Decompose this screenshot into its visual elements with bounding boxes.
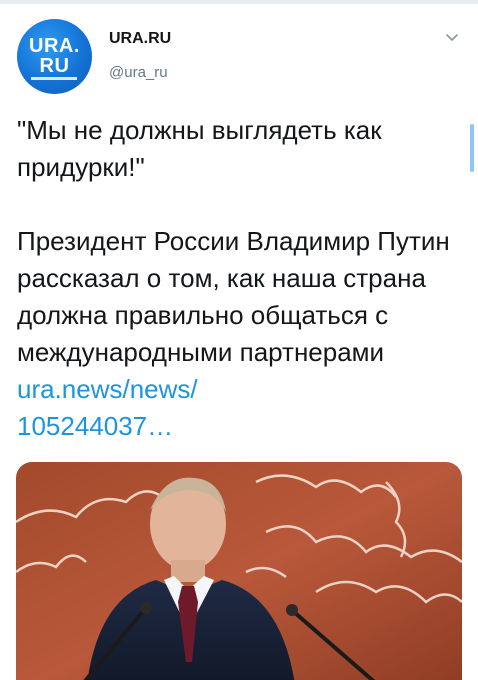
tweet-quote: "Мы не должны выглядеть как придурки!": [17, 115, 389, 182]
avatar-logo-underline: [31, 77, 77, 80]
tweet-text: "Мы не должны выглядеть как придурки!" П…: [17, 112, 465, 445]
tweet-media-image[interactable]: [16, 462, 462, 680]
chevron-down-icon[interactable]: [442, 28, 462, 48]
top-divider: [0, 0, 478, 4]
tweet-body: Президент России Владимир Путин рассказа…: [17, 226, 457, 367]
tweet-screen: URA. RU URA.RU @ura_ru "Мы не должны выг…: [0, 0, 478, 680]
display-name[interactable]: URA.RU: [109, 30, 171, 48]
scroll-indicator[interactable]: [470, 124, 474, 172]
avatar-logo-text: RU: [39, 55, 70, 77]
user-handle: @ura_ru: [109, 64, 168, 81]
tweet-link[interactable]: ura.news/news/ 105244037…: [17, 374, 198, 441]
avatar[interactable]: URA. RU: [17, 19, 92, 94]
